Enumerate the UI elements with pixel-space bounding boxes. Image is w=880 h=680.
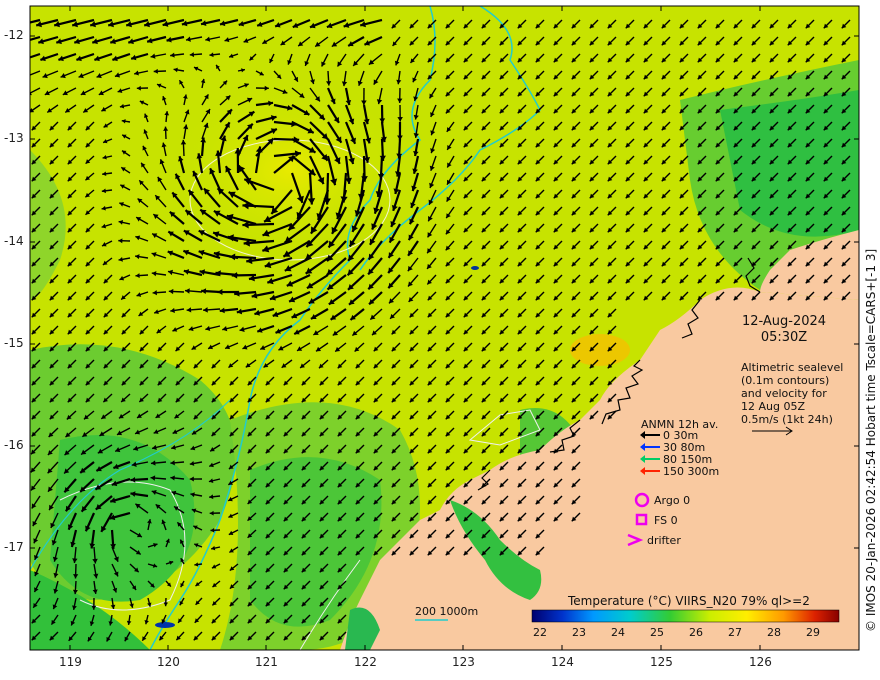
depth-contour-label: 200 1000m [415, 605, 479, 618]
longitude-tick-label: 120 [157, 655, 180, 669]
time-label: 05:30Z [760, 330, 808, 345]
longitude-tick-label: 122 [354, 655, 377, 669]
altimetry-line: 0.5m/s (1kt 24h) [741, 413, 833, 426]
anmn-legend-item: 150 300m [663, 465, 720, 478]
colorbar-tick-label: 28 [767, 626, 781, 639]
latitude-tick-label: -15 [4, 336, 24, 350]
colorbar-title: Temperature (°C) VIIRS_N20 79% ql>=2 [568, 594, 810, 608]
longitude-tick-label: 124 [551, 655, 574, 669]
latitude-tick-label: -17 [4, 540, 24, 554]
colorbar-tick-label: 29 [806, 626, 820, 639]
latitude-tick-label: -13 [4, 131, 24, 145]
colorbar-tick-label: 24 [611, 626, 625, 639]
drifter-label: drifter [647, 534, 681, 547]
altimetry-note: Altimetric sealevel (0.1m contours) and … [741, 361, 843, 426]
fs-label: FS 0 [654, 514, 678, 527]
longitude-tick-label: 123 [452, 655, 475, 669]
colorbar-tick-label: 22 [533, 626, 547, 639]
latitude-tick-label: -16 [4, 438, 24, 452]
colorbar [531, 609, 840, 623]
colorbar-tick-label: 27 [728, 626, 742, 639]
altimetry-line: and velocity for [741, 387, 827, 400]
argo-label: Argo 0 [654, 494, 691, 507]
colorbar-tick-label: 26 [689, 626, 703, 639]
credit-text: © IMOS 20-Jan-2026 02:42:54 Hobart time … [864, 248, 878, 632]
longitude-tick-label: 119 [59, 655, 82, 669]
longitude-tick-label: 126 [749, 655, 772, 669]
colorbar-tick-label: 23 [572, 626, 586, 639]
longitude-tick-label: 121 [255, 655, 278, 669]
altimetry-line: (0.1m contours) [741, 374, 830, 387]
colorbar-tick-label: 25 [650, 626, 664, 639]
date-label: 12-Aug-2024 [741, 314, 827, 329]
latitude-tick-label: -14 [4, 234, 24, 248]
latitude-tick-label: -12 [4, 28, 24, 42]
altimetry-line: Altimetric sealevel [741, 361, 844, 374]
altimetry-line: 12 Aug 05Z [741, 400, 806, 413]
longitude-tick-label: 125 [650, 655, 673, 669]
